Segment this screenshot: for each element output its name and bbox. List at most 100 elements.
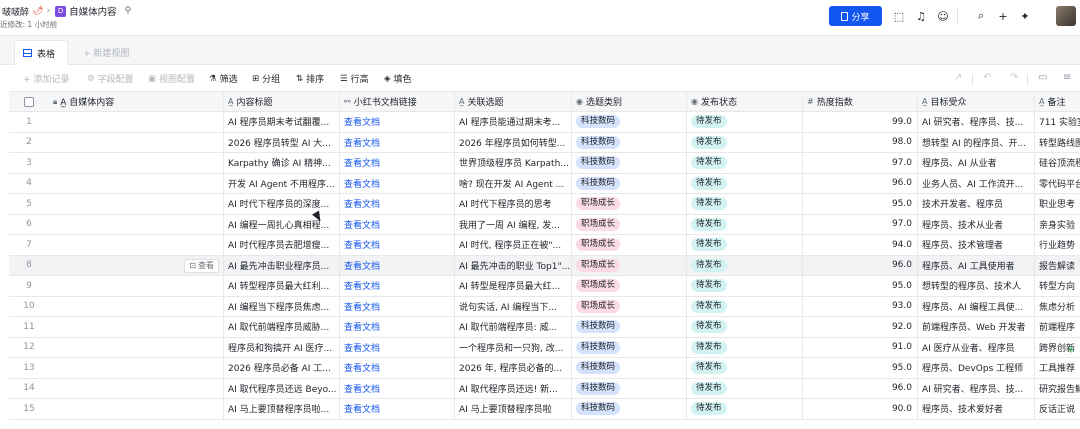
undo-icon[interactable]: ↶ [983,72,991,83]
heat-cell[interactable]: 96.0 [803,378,918,398]
doc-link-cell[interactable]: 查看文档 [340,235,455,255]
heat-cell[interactable]: 98.0 [803,132,918,152]
topic-cell[interactable]: AI 取代程序员还远! 新... [455,378,572,398]
table-row[interactable]: 13 2026 程序员必备 AI 工... 查看文档 2026 年, 程序员必备的..… [9,358,1080,379]
status-cell[interactable]: 待发布 [687,255,803,275]
note-cell[interactable]: 研究报告解 [1035,379,1080,399]
category-cell[interactable]: 科技数码 [572,399,687,419]
note-cell[interactable]: 亲身实验 [1035,215,1080,235]
tab-table-view[interactable]: 表格 [14,40,68,65]
title-cell[interactable]: 程序员和狗搞开 AI 医疗... [224,337,340,357]
status-cell[interactable]: 待发布 [687,132,803,152]
note-cell[interactable]: 711 实验室 [1035,112,1080,132]
doc-link[interactable]: 查看文档 [344,279,380,292]
title-cell[interactable]: AI 程序员期末考试翻覆... [224,112,340,132]
title-cell[interactable]: 开发 AI Agent 不用程序... [224,173,340,193]
doc-link-cell[interactable]: 查看文档 [340,194,455,214]
field-config-button[interactable]: ⚙ 字段配置 [87,72,134,86]
status-cell[interactable]: 待发布 [687,399,803,419]
column-header[interactable]: ◉ 发布状态 [687,92,803,111]
column-header[interactable]: A̲ 内容标题 [224,92,340,111]
audience-cell[interactable]: AI 研究者、程序员、技... [918,112,1035,132]
category-cell[interactable]: 科技数码 [572,173,687,193]
heat-cell[interactable]: 91.0 [803,337,918,357]
doc-link-cell[interactable]: 查看文档 [340,317,455,337]
title-cell[interactable]: AI 时代下程序员的深度... [224,194,340,214]
topic-cell[interactable]: 一个程序员和一只狗, 改... [455,337,572,357]
doc-link[interactable]: 查看文档 [344,300,380,313]
row-height-button[interactable]: ☰ 行高 [340,72,369,86]
status-cell[interactable]: 待发布 [687,358,803,378]
primary-cell[interactable] [49,276,224,296]
status-cell[interactable]: 待发布 [687,296,803,316]
audience-cell[interactable]: 程序员、技术从业者 [918,214,1035,234]
heat-cell[interactable]: 95.0 [803,276,918,296]
heat-cell[interactable]: 90.0 [803,399,918,419]
title-cell[interactable]: AI 编程当下程序员焦虑... [224,296,340,316]
doc-link-cell[interactable]: 查看文档 [340,276,455,296]
more-icon[interactable]: ≡ [1063,72,1071,83]
pin-icon[interactable]: ⚲ [125,6,132,16]
category-cell[interactable]: 科技数码 [572,112,687,132]
heat-cell[interactable]: 96.0 [803,255,918,275]
column-header[interactable]: ◉ 选题类别 [572,92,687,111]
topic-cell[interactable]: 2026 年, 程序员必备的... [455,358,572,378]
heat-cell[interactable]: 95.0 [803,194,918,214]
status-cell[interactable]: 待发布 [687,276,803,296]
topic-cell[interactable]: AI 取代前端程序员: 威... [455,317,572,337]
doc-link[interactable]: 查看文档 [344,238,380,251]
note-cell[interactable]: 焦虑分析 [1035,297,1080,317]
sparkle-icon[interactable]: ✦ [1018,9,1032,23]
category-cell[interactable]: 科技数码 [572,358,687,378]
audience-cell[interactable]: AI 研究者、程序员、技... [918,378,1035,398]
plus-icon[interactable]: + [996,9,1010,23]
note-cell[interactable]: 前端程序 [1035,317,1080,337]
status-cell[interactable]: 待发布 [687,153,803,173]
topic-cell[interactable]: 世界顶级程序员 Karpath... [455,153,572,173]
table-row[interactable]: 5 AI 时代下程序员的深度... 查看文档 AI 时代下程序员的思考 职场成长 待发布 9… [9,194,1080,215]
category-cell[interactable]: 科技数码 [572,132,687,152]
fill-color-button[interactable]: ◈ 填色 [384,72,412,86]
topic-cell[interactable]: AI 时代下程序员的思考 [455,194,572,214]
doc-link[interactable]: 查看文档 [344,382,380,395]
category-cell[interactable]: 科技数码 [572,317,687,337]
doc-link[interactable]: 查看文档 [344,259,380,272]
note-cell[interactable]: 转型路线图 [1035,133,1080,153]
filter-button[interactable]: ⚗ 筛选 [209,72,238,86]
doc-link[interactable]: 查看文档 [344,218,380,231]
topic-cell[interactable]: AI 转型是程序员最大红... [455,276,572,296]
avatar[interactable] [1056,6,1076,26]
column-header[interactable]: A̲ 备注 [1035,92,1080,111]
topic-cell[interactable]: AI 马上要顶替程序员啦 [455,399,572,419]
topic-cell[interactable]: AI 时代, 程序员正在被"... [455,235,572,255]
primary-cell[interactable] [49,132,224,152]
audience-cell[interactable]: 程序员、技术爱好者 [918,399,1035,419]
heat-cell[interactable]: 96.0 [803,173,918,193]
column-header[interactable]: A̲ 关联选题 [455,92,572,111]
table-row[interactable]: 11 AI 取代前端程序员威胁... 查看文档 AI 取代前端程序员: 威... 科技数… [9,317,1080,338]
doc-link[interactable]: 查看文档 [344,197,380,210]
table-row[interactable]: 9 AI 转型程序员最大红利... 查看文档 AI 转型是程序员最大红... 职场成长 待… [9,276,1080,297]
bell-icon[interactable]: ♫ [914,9,928,23]
new-view-button[interactable]: + 新建视图 [83,46,129,59]
title-cell[interactable]: AI 转型程序员最大红利... [224,276,340,296]
doc-link[interactable]: 查看文档 [344,341,380,354]
primary-cell[interactable] [49,112,224,132]
category-cell[interactable]: 职场成长 [572,255,687,275]
doc-link-cell[interactable]: 查看文档 [340,173,455,193]
group-button[interactable]: ⊞ 分组 [252,72,280,86]
column-header[interactable]: ⚯ 小红书文档链接 [340,92,455,111]
topic-cell[interactable]: AI 程序员能通过期末考... [455,112,572,132]
status-cell[interactable]: 待发布 [687,378,803,398]
status-cell[interactable]: 待发布 [687,173,803,193]
heat-cell[interactable]: 97.0 [803,153,918,173]
table-row[interactable]: 8 ⊡ 查看 AI 最先冲击职业程序员... 查看文档 AI 最先冲击的职业 Top1".… [9,255,1080,276]
audience-cell[interactable]: AI 医疗从业者、程序员 [918,337,1035,357]
primary-cell[interactable] [49,399,224,419]
status-cell[interactable]: 待发布 [687,337,803,357]
add-record-button[interactable]: + 添加记录 [23,72,69,85]
redo-icon[interactable]: ↷ [1010,72,1018,83]
search-icon[interactable]: ⌕ [974,9,988,23]
category-cell[interactable]: 职场成长 [572,276,687,296]
table-row[interactable]: 10 AI 编程当下程序员焦虑... 查看文档 说句实话, AI 编程当下... 职场成… [9,296,1080,317]
